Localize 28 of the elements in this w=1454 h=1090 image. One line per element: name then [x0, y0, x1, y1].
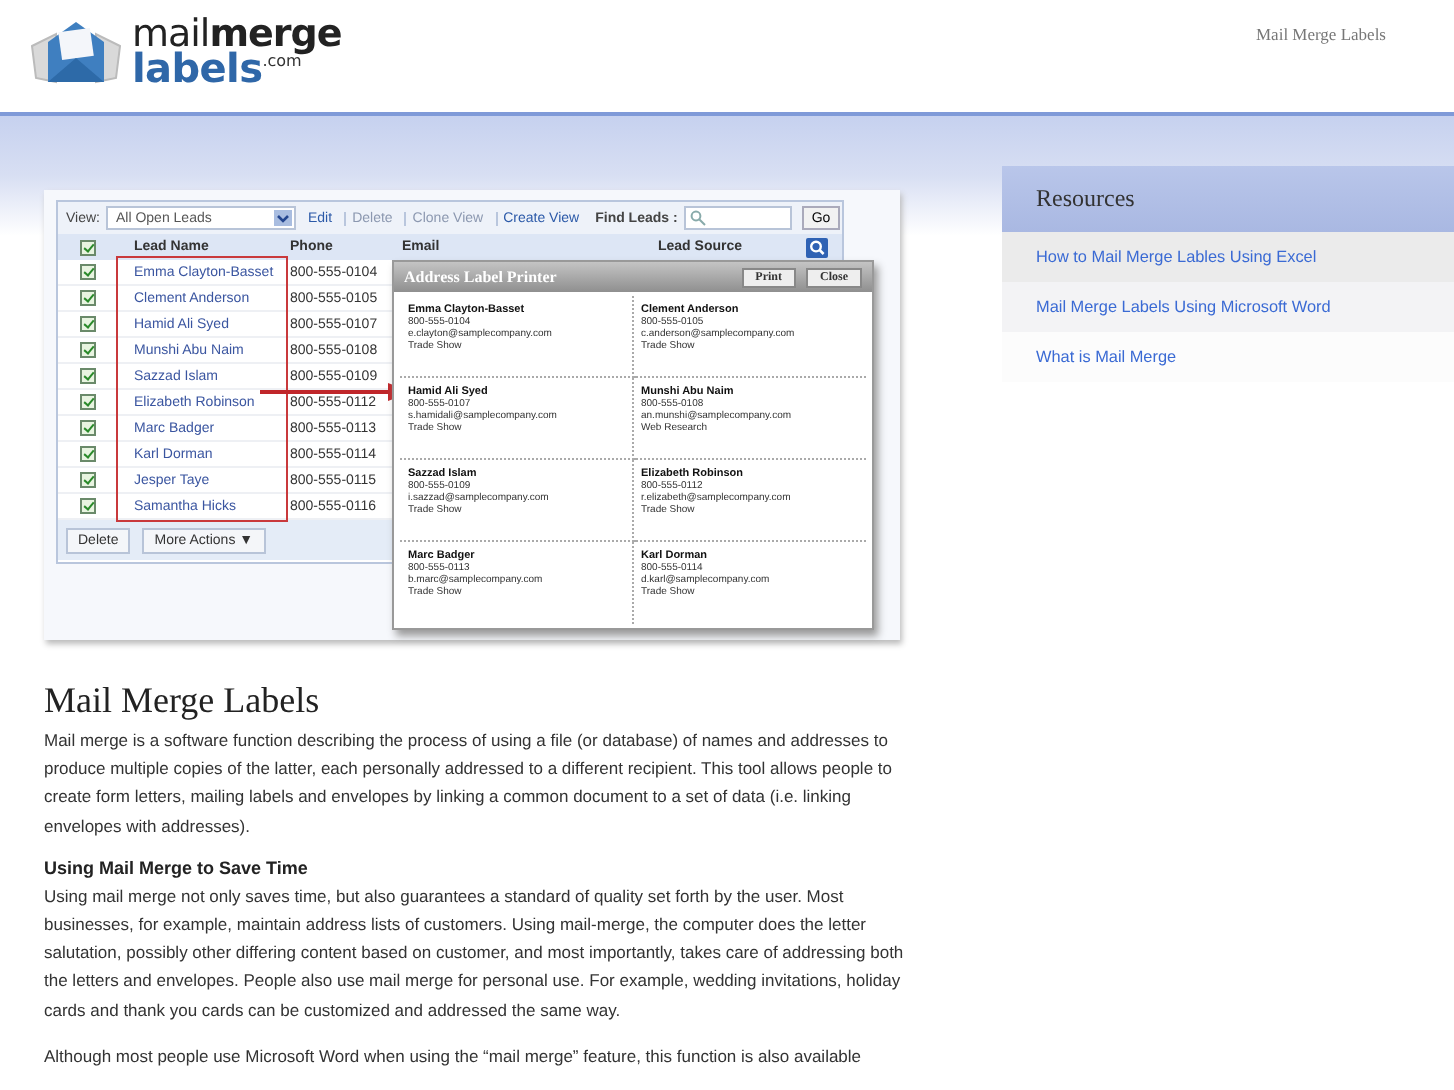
select-all-checkbox[interactable] [80, 239, 96, 255]
site-tagline: Mail Merge Labels [1256, 22, 1388, 48]
row-checkbox[interactable] [80, 290, 96, 306]
resource-link[interactable]: What is Mail Merge [1036, 348, 1177, 366]
logo-text: mailmerge [132, 18, 342, 52]
envelope-logo-icon [28, 18, 124, 86]
logo-text: labels [132, 52, 263, 86]
search-icon[interactable] [806, 237, 828, 257]
panel-title: Resources [1036, 184, 1135, 214]
logo-domain: .com [262, 52, 302, 70]
dialog-title: Address Label Printer [404, 268, 557, 286]
article-paragraph: Mail merge is a software function describing the process of using a file (or database) of names and addresses to produce multiple copies of the latter, each personally addressed to a different recipient. This tool allows people to create form letters, mailing labels and envelopes by linking a common document to a set of data (i.e. linking envelopes with addresses). [44, 728, 894, 840]
row-checkbox[interactable] [80, 368, 96, 384]
row-checkbox[interactable] [80, 446, 96, 462]
article-paragraph: Using mail merge not only saves time, but also guarantees a standard of quality set forth by the user. Most businesses, for example, maintain address lists of customers. Using mail-merge, the computer does the letter salutation, possibly other differing content based on customer, and most importantly, takes care of addressing both the letters and envelopes. People also use mail merge for personal use. For example, wedding invitations, holiday cards and thank you cards can be customized and addressed the same way. [44, 883, 906, 1024]
search-icon [689, 210, 706, 226]
dropdown-arrow-icon [274, 210, 292, 226]
article-paragraph: Although most people use Microsoft Word when using the “mail merge” feature, this function is also available [44, 1043, 864, 1070]
row-checkbox[interactable] [80, 498, 96, 514]
row-checkbox[interactable] [80, 264, 96, 280]
row-checkbox[interactable] [80, 316, 96, 332]
row-checkbox[interactable] [80, 342, 96, 358]
article-title: Mail Merge Labels [44, 680, 322, 722]
row-checkbox[interactable] [80, 394, 96, 410]
section-heading: Using Mail Merge to Save Time [44, 857, 310, 878]
row-checkbox[interactable] [80, 472, 96, 488]
row-checkbox[interactable] [80, 420, 96, 436]
find-leads-field[interactable] [683, 206, 792, 230]
